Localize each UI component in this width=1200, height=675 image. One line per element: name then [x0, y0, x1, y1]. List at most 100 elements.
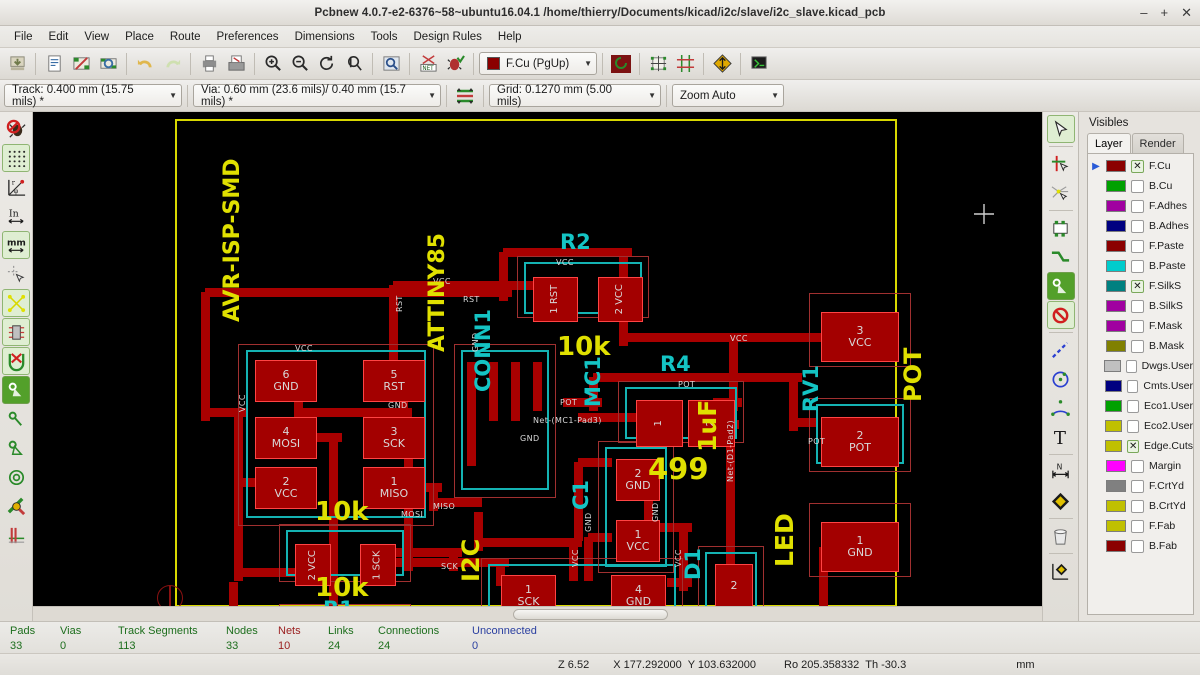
grid-visibility-icon[interactable]: [2, 144, 30, 172]
layer-row-b-adhes[interactable]: B.Adhes: [1088, 216, 1193, 236]
reference-R2[interactable]: R2: [560, 230, 591, 254]
track-segment[interactable]: [498, 252, 508, 301]
layer-row-f-adhes[interactable]: F.Adhes: [1088, 196, 1193, 216]
show-zone-filled-icon[interactable]: [2, 376, 30, 404]
pad-R4-1[interactable]: 1: [636, 400, 683, 447]
layer-visibility-checkbox[interactable]: [1127, 419, 1139, 433]
layer-color-swatch[interactable]: [1104, 420, 1123, 432]
high-contrast-icon[interactable]: [2, 521, 30, 549]
layer-color-swatch[interactable]: [1106, 200, 1126, 212]
value-label[interactable]: 10k: [557, 332, 610, 362]
scrollbar-thumb[interactable]: [513, 609, 668, 620]
pad-VCC3-3[interactable]: 3 VCC: [821, 312, 899, 362]
pad-D1-2[interactable]: 2: [715, 564, 753, 606]
zoom-redraw-icon[interactable]: [314, 51, 340, 77]
tab-layer[interactable]: Layer: [1087, 133, 1131, 153]
undo-icon[interactable]: [132, 51, 158, 77]
drc-off-icon[interactable]: [2, 115, 30, 143]
pad-I2C-4[interactable]: 4 GND: [611, 575, 666, 606]
reference-R4[interactable]: R4: [660, 352, 691, 376]
local-ratsnest-icon[interactable]: [1047, 179, 1075, 207]
layer-row-b-crtyd[interactable]: B.CrtYd: [1088, 496, 1193, 516]
layer-visibility-checkbox[interactable]: [1131, 459, 1144, 473]
set-origin-icon[interactable]: [1047, 557, 1075, 585]
redo-icon[interactable]: [159, 51, 185, 77]
layer-visibility-checkbox[interactable]: [1131, 339, 1144, 353]
layer-row-b-cu[interactable]: B.Cu: [1088, 176, 1193, 196]
value-label[interactable]: POT: [899, 348, 927, 402]
add-arc-icon[interactable]: [1047, 394, 1075, 422]
pad-ATTINY85-6[interactable]: 6 GND: [255, 360, 317, 402]
layer-visibility-checkbox[interactable]: [1131, 499, 1144, 513]
layer-color-swatch[interactable]: [1106, 520, 1126, 532]
units-inch-icon[interactable]: In: [2, 202, 30, 230]
layer-row-b-paste[interactable]: B.Paste: [1088, 256, 1193, 276]
layer-visibility-checkbox[interactable]: [1126, 379, 1139, 393]
layer-color-swatch[interactable]: [1106, 160, 1126, 172]
layer-row-f-mask[interactable]: F.Mask: [1088, 316, 1193, 336]
show-module-ratsnest-icon[interactable]: [2, 318, 30, 346]
show-zone-noFill-icon[interactable]: [2, 434, 30, 462]
value-label[interactable]: AVR-ISP-SMD: [220, 158, 245, 322]
horizontal-scrollbar[interactable]: [33, 606, 1042, 621]
layer-color-swatch[interactable]: [1106, 540, 1126, 552]
add-line-icon[interactable]: [1047, 336, 1075, 364]
minimize-button[interactable]: –: [1140, 6, 1147, 19]
pad-ATTINY85-5[interactable]: 5 RST: [363, 360, 425, 402]
plot-icon[interactable]: [223, 51, 249, 77]
show-ratsnest-icon[interactable]: [709, 51, 735, 77]
autoplace-icon[interactable]: [645, 51, 671, 77]
reference-D1[interactable]: D1: [681, 548, 705, 580]
menu-view[interactable]: View: [76, 29, 117, 45]
layer-visibility-checkbox[interactable]: [1131, 519, 1144, 533]
layer-select-dropdown[interactable]: F.Cu (PgUp) ▼: [479, 52, 597, 75]
menu-preferences[interactable]: Preferences: [209, 29, 287, 45]
save-board-icon[interactable]: [4, 51, 30, 77]
via-size-dropdown[interactable]: Via: 0.60 mm (23.6 mils)/ 0.40 mm (15.7 …: [193, 84, 441, 108]
pad-POT2-2[interactable]: 2 POT: [821, 417, 899, 467]
layer-visibility-checkbox[interactable]: [1131, 239, 1144, 253]
pad-ATTINY85-4[interactable]: 4 MOSI: [255, 417, 317, 459]
value-label[interactable]: LED: [770, 513, 799, 567]
layer-visibility-checkbox[interactable]: ✕: [1131, 159, 1144, 173]
value-label[interactable]: I2C: [457, 539, 485, 582]
pad-ATTINY85-3[interactable]: 3 SCK: [363, 417, 425, 459]
pad-R2-1[interactable]: 1 RST: [533, 277, 578, 322]
layer-color-swatch[interactable]: [1104, 380, 1122, 392]
layer-visibility-checkbox[interactable]: [1131, 179, 1144, 193]
layer-row-eco1-user[interactable]: Eco1.User: [1088, 396, 1193, 416]
pad-ATTINY85-1[interactable]: 1 MISO: [363, 467, 425, 509]
menu-design-rules[interactable]: Design Rules: [406, 29, 490, 45]
show-zone-outline-icon[interactable]: [2, 405, 30, 433]
track-segment[interactable]: [228, 582, 238, 606]
zoom-fit-icon[interactable]: [341, 51, 367, 77]
reference-MC1[interactable]: MC1: [581, 356, 605, 407]
layer-color-swatch[interactable]: [1106, 460, 1126, 472]
layer-visibility-checkbox[interactable]: [1131, 539, 1144, 553]
track-segment[interactable]: [478, 537, 582, 547]
menu-edit[interactable]: Edit: [41, 29, 77, 45]
select-tool-icon[interactable]: [1046, 115, 1075, 143]
layer-row-f-crtyd[interactable]: F.CrtYd: [1088, 476, 1193, 496]
add-target-icon[interactable]: [1047, 487, 1075, 515]
layer-color-swatch[interactable]: [1106, 260, 1126, 272]
mode-track-icon[interactable]: [608, 51, 634, 77]
value-label[interactable]: 1uF: [693, 400, 722, 452]
menu-file[interactable]: File: [6, 29, 41, 45]
reference-C1[interactable]: C1: [569, 480, 593, 510]
layer-visibility-checkbox[interactable]: [1127, 399, 1139, 413]
layer-visibility-checkbox[interactable]: ✕: [1127, 439, 1139, 453]
layer-color-swatch[interactable]: [1104, 440, 1123, 452]
view-footprint-icon[interactable]: [95, 51, 121, 77]
layer-row-eco2-user[interactable]: Eco2.User: [1088, 416, 1193, 436]
page-settings-icon[interactable]: [41, 51, 67, 77]
layer-color-swatch[interactable]: [1106, 240, 1126, 252]
track-width-dropdown[interactable]: Track: 0.400 mm (15.75 mils) * ▼: [4, 84, 182, 108]
layer-color-swatch[interactable]: [1106, 500, 1126, 512]
zoom-in-icon[interactable]: [260, 51, 286, 77]
layer-row-cmts-user[interactable]: Cmts.User: [1088, 376, 1193, 396]
layer-color-swatch[interactable]: [1106, 220, 1126, 232]
add-footprint-icon[interactable]: [1047, 214, 1075, 242]
pad-R2-2[interactable]: 2 VCC: [598, 277, 643, 322]
layer-color-swatch[interactable]: [1106, 280, 1126, 292]
